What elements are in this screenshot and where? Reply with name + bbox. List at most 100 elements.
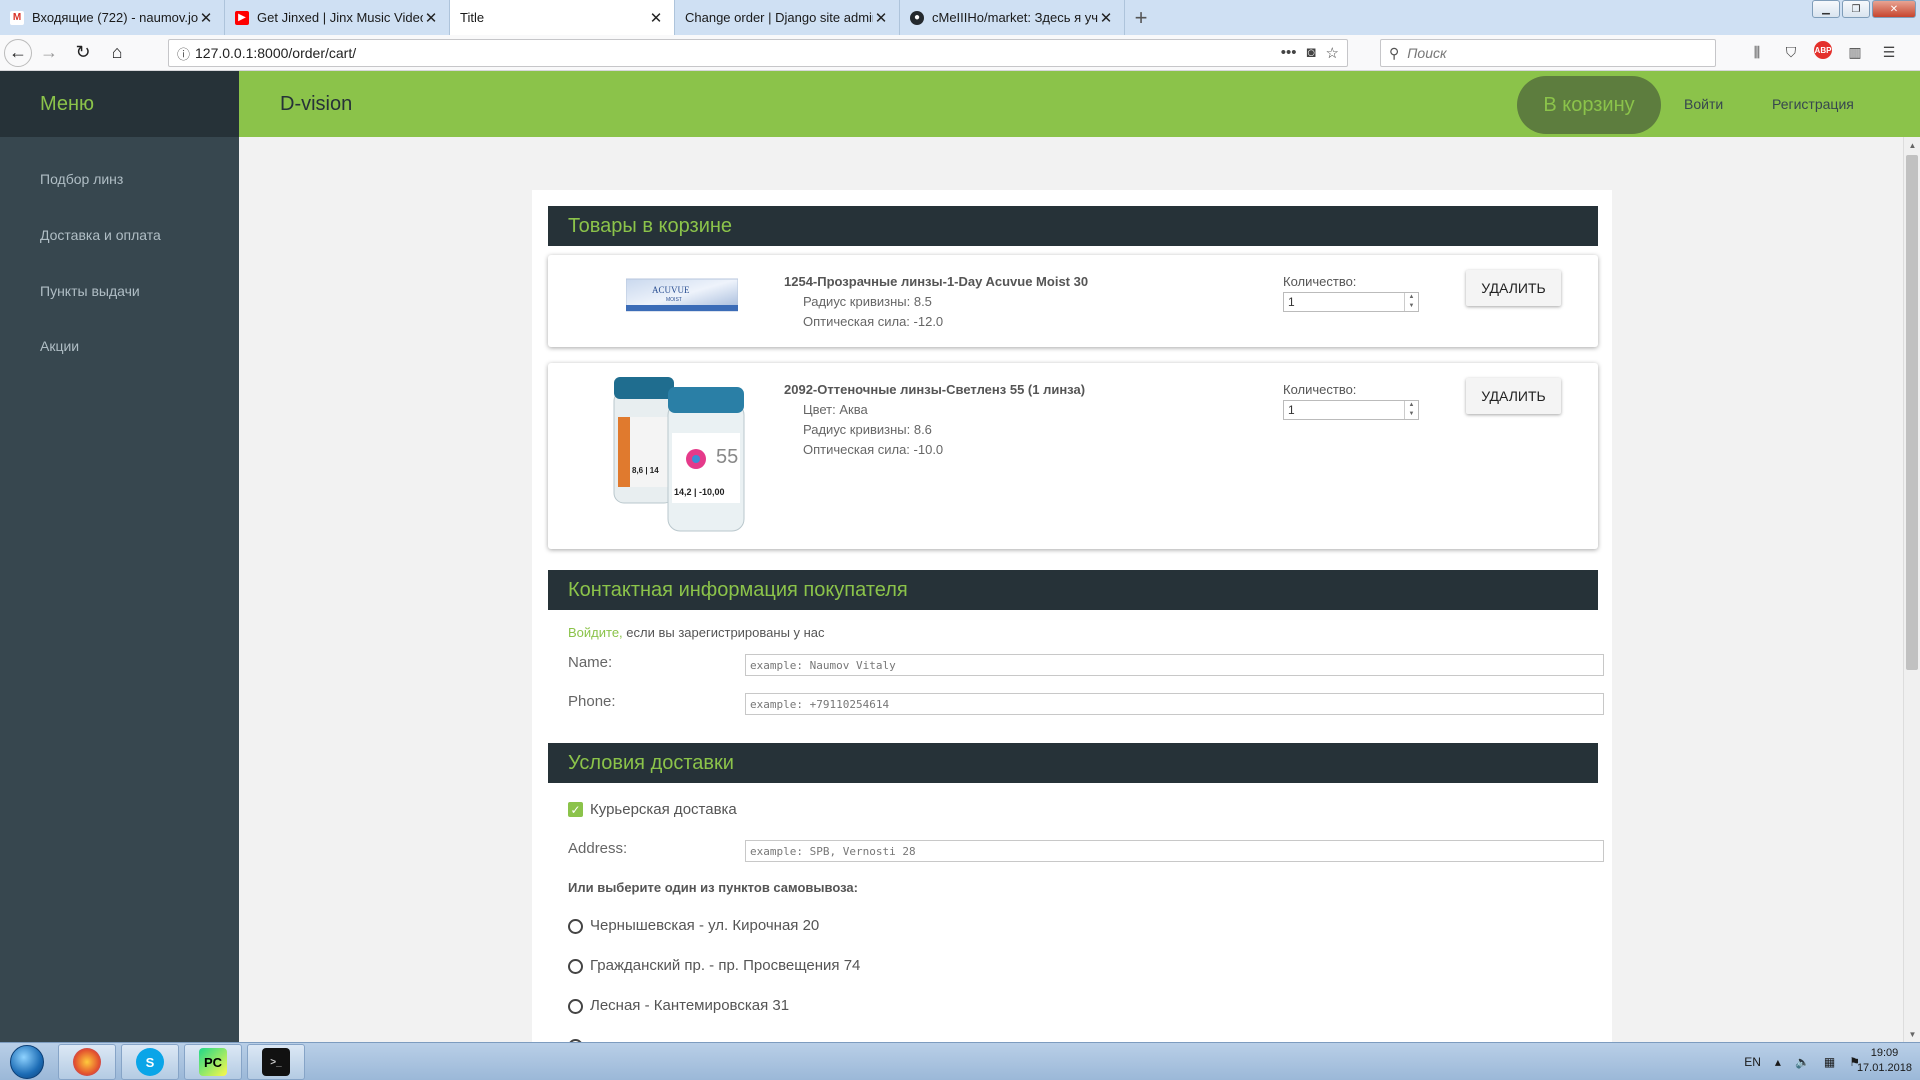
new-tab-button[interactable]: + [1125, 0, 1157, 35]
scroll-up-icon[interactable]: ▲ [1904, 137, 1920, 153]
quantity-stepper[interactable]: 1 ▲ ▼ [1283, 292, 1419, 312]
site-header: Меню D-vision В корзину Войти Регистраци… [0, 71, 1920, 137]
tab-title: Change order | Django site admin [685, 10, 873, 25]
toolbar-icons: ⫼ ⛉ ABP ▥ ☰ [1746, 41, 1900, 63]
cart-card: Товары в корзине ACUVUE MOIST 1254-Прозр… [532, 190, 1612, 1042]
item-param: Оптическая сила: -10.0 [803, 442, 944, 457]
qty-label: Количество: [1283, 382, 1357, 397]
pocket-icon[interactable]: ◙ [1306, 44, 1315, 62]
scroll-down-icon[interactable]: ▼ [1904, 1026, 1920, 1042]
url-bar[interactable]: ⓘ 127.0.0.1:8000/order/cart/ ••• ◙ ☆ [168, 39, 1348, 67]
name-label: Name: [568, 654, 613, 671]
browser-tab-django-admin[interactable]: Change order | Django site admin ✕ [675, 0, 900, 35]
close-icon[interactable]: ✕ [873, 9, 889, 27]
close-icon[interactable]: ✕ [648, 9, 664, 27]
quantity-stepper[interactable]: 1 ▲ ▼ [1283, 400, 1419, 420]
cart-item: ACUVUE MOIST 1254-Прозрачные линзы-1-Day… [548, 255, 1598, 347]
volume-icon[interactable]: 🔈 [1795, 1055, 1810, 1069]
hamburger-menu-icon[interactable]: ☰ [1878, 41, 1900, 63]
spinner-icon[interactable]: ▲ ▼ [1404, 293, 1418, 311]
contact-section-title: Контактная информация покупателя [548, 570, 1598, 610]
url-text[interactable]: 127.0.0.1:8000/order/cart/ [195, 45, 1281, 61]
browser-tab-youtube[interactable]: ▶ Get Jinxed | Jinx Music Video - L ✕ [225, 0, 450, 35]
search-input[interactable]: ⚲ Поиск [1380, 39, 1716, 67]
language-indicator[interactable]: EN [1744, 1055, 1761, 1069]
tab-title: Входящие (722) - naumov.job@ [32, 10, 198, 25]
maximize-button[interactable]: ❐ [1842, 0, 1870, 18]
item-name[interactable]: 1254-Прозрачные линзы-1-Day Acuvue Moist… [784, 274, 1088, 289]
item-name[interactable]: 2092-Оттеночные линзы-Светленз 55 (1 лин… [784, 382, 1085, 397]
cart-item: 8,6 | 14 55 14,2 | -10,00 2092-Оттеночны… [548, 363, 1598, 549]
qty-label: Количество: [1283, 274, 1357, 289]
more-icon[interactable]: ••• [1281, 44, 1297, 62]
tab-title: Title [460, 10, 485, 25]
gmail-icon: M [10, 10, 24, 25]
forward-icon[interactable]: → [32, 38, 66, 68]
minimize-button[interactable]: ▁ [1812, 0, 1840, 18]
item-param: Оптическая сила: -12.0 [803, 314, 944, 329]
bookmark-star-icon[interactable]: ☆ [1326, 44, 1339, 62]
shield-icon[interactable]: ⛉ [1780, 41, 1802, 63]
search-placeholder: Поиск [1407, 45, 1447, 61]
courier-label[interactable]: Курьерская доставка [590, 801, 737, 818]
sidebar: Подбор линз Доставка и оплата Пункты выд… [0, 137, 239, 1042]
taskbar-skype[interactable]: S [121, 1044, 179, 1080]
brand-logo[interactable]: D-vision [280, 71, 352, 137]
library-icon[interactable]: ⫼ [1746, 41, 1768, 63]
main-content: Товары в корзине ACUVUE MOIST 1254-Прозр… [239, 137, 1903, 1042]
info-icon[interactable]: ⓘ [177, 44, 195, 63]
network-icon[interactable]: ▦ [1824, 1055, 1835, 1069]
close-icon[interactable]: ✕ [198, 9, 214, 27]
sidebar-item-pickup-points[interactable]: Пункты выдачи [40, 283, 140, 299]
courier-checkbox[interactable]: ✓ [568, 802, 583, 817]
menu-title[interactable]: Меню [0, 71, 239, 137]
cart-button[interactable]: В корзину [1517, 76, 1661, 134]
clock-time: 19:09 [1870, 1047, 1899, 1059]
browser-tab-gmail[interactable]: M Входящие (722) - naumov.job@ ✕ [0, 0, 225, 35]
pickup-radio[interactable] [568, 999, 583, 1014]
taskbar-terminal[interactable]: >_ [247, 1044, 305, 1080]
sidebar-item-promotions[interactable]: Акции [40, 338, 79, 354]
back-icon[interactable]: ← [4, 38, 32, 67]
start-button[interactable] [2, 1044, 52, 1080]
tray-arrow-icon[interactable]: ▴ [1775, 1055, 1781, 1069]
close-icon[interactable]: ✕ [1098, 9, 1114, 27]
close-icon[interactable]: ✕ [423, 9, 439, 27]
address-placeholder: example: SPB, Vernosti 28 [750, 844, 916, 858]
delete-button[interactable]: УДАЛИТЬ [1466, 378, 1561, 414]
taskbar-firefox[interactable] [58, 1044, 116, 1080]
pickup-radio[interactable] [568, 959, 583, 974]
scroll-thumb[interactable] [1906, 155, 1918, 670]
clock[interactable]: 19:09 17.01.2018 [1857, 1046, 1912, 1076]
login-hint-link[interactable]: Войдите, [568, 625, 623, 640]
sidebar-item-lens-selection[interactable]: Подбор линз [40, 171, 123, 187]
pickup-label[interactable]: Лесная - Кантемировская 31 [590, 997, 789, 1014]
pickup-label[interactable]: Чернышевская - ул. Кирочная 20 [590, 917, 819, 934]
taskbar-pycharm[interactable]: PC [184, 1044, 242, 1080]
windows-logo-icon [10, 1045, 44, 1079]
address-field[interactable]: example: SPB, Vernosti 28 [745, 840, 1604, 862]
image-brand: ACUVUE [652, 285, 690, 295]
github-icon: ● [910, 10, 924, 25]
pickup-radio[interactable] [568, 919, 583, 934]
login-link[interactable]: Войти [1684, 71, 1723, 137]
register-link[interactable]: Регистрация [1772, 71, 1854, 137]
acuvue-box-image: ACUVUE MOIST [625, 278, 739, 312]
sidebar-icon[interactable]: ▥ [1844, 41, 1866, 63]
browser-tab-title[interactable]: Title ✕ [450, 0, 675, 35]
page-scrollbar[interactable]: ▲ ▼ [1903, 137, 1920, 1042]
sidebar-item-delivery[interactable]: Доставка и оплата [40, 227, 161, 243]
name-placeholder: example: Naumov Vitaly [750, 658, 896, 672]
phone-field[interactable]: example: +79110254614 [745, 693, 1604, 715]
browser-tab-github[interactable]: ● cMeIIIHo/market: Здесь я учус ✕ [900, 0, 1125, 35]
pickup-label[interactable]: Гражданский пр. - пр. Просвещения 74 [590, 957, 860, 974]
close-window-button[interactable]: ✕ [1872, 0, 1916, 18]
spinner-icon[interactable]: ▲ ▼ [1404, 401, 1418, 419]
terminal-icon: >_ [262, 1048, 290, 1076]
window-controls: ▁ ❐ ✕ [1812, 0, 1916, 18]
home-icon[interactable]: ⌂ [100, 38, 134, 68]
delete-button[interactable]: УДАЛИТЬ [1466, 270, 1561, 306]
name-field[interactable]: example: Naumov Vitaly [745, 654, 1604, 676]
reload-icon[interactable]: ↻ [66, 38, 100, 68]
adblock-icon[interactable]: ABP [1814, 41, 1832, 59]
